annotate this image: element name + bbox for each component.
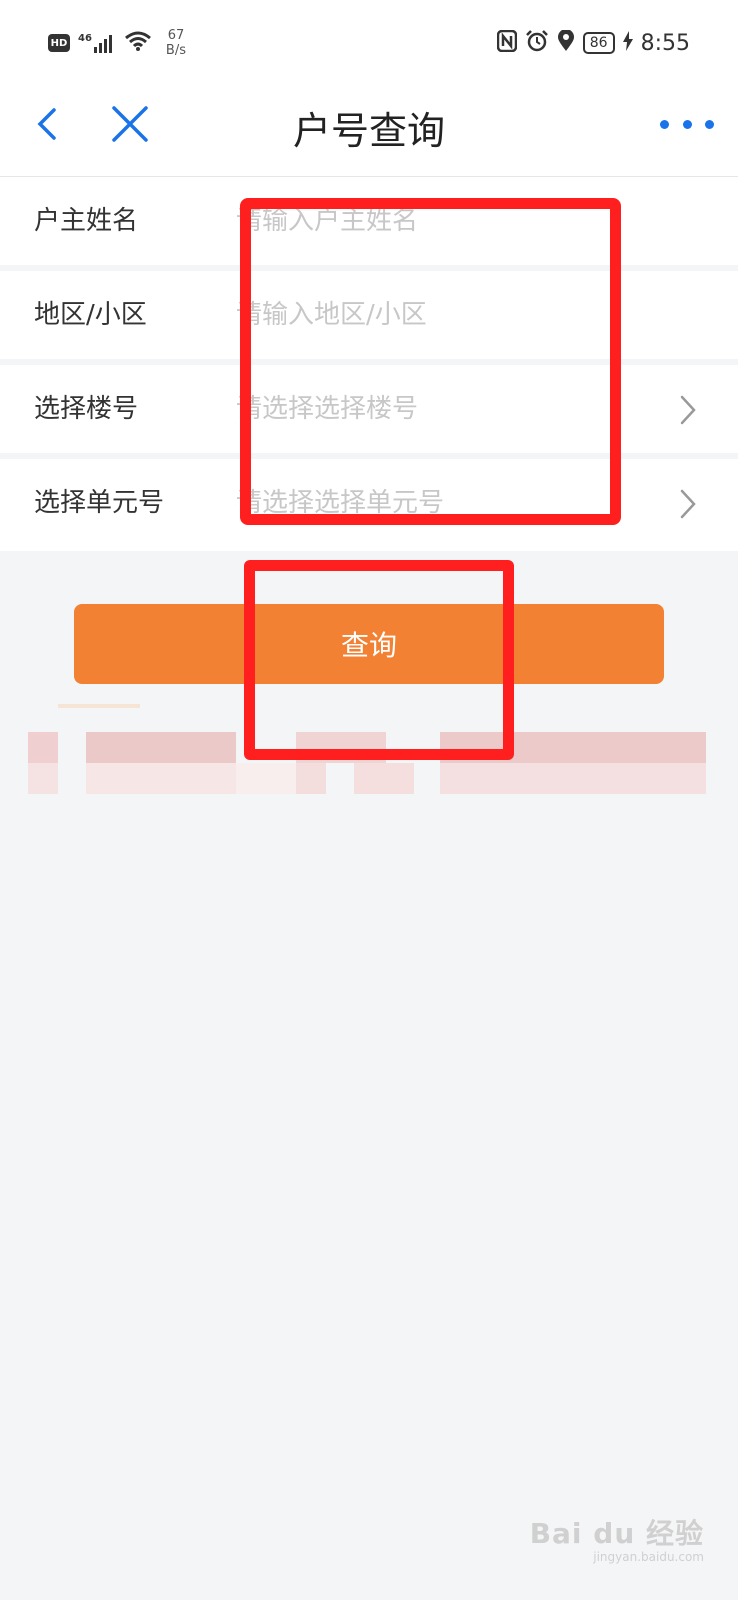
speed-value: 67 (167, 28, 185, 43)
more-icon (660, 119, 669, 129)
area-label: 地区/小区 (34, 300, 147, 330)
highlight-box-form (240, 198, 621, 525)
alarm-icon (525, 30, 549, 56)
battery-icon: 86 (582, 32, 615, 54)
status-bar: HD 46 67 B/s 86 8:55 (0, 0, 738, 80)
building-label: 选择楼号 (34, 394, 139, 424)
redacted-line (58, 704, 140, 708)
page-title: 户号查询 (292, 109, 445, 153)
signal-icon: 46 (78, 33, 116, 53)
network-type: 46 (78, 33, 92, 44)
nav-bar: 户号查询 (0, 80, 738, 176)
location-icon (557, 29, 575, 56)
chevron-right-icon (680, 489, 696, 519)
more-icon-dot (705, 119, 714, 129)
status-right: 86 8:55 (496, 26, 690, 60)
charging-icon (622, 31, 633, 55)
more-button[interactable] (660, 102, 714, 146)
clock: 8:55 (640, 30, 690, 56)
status-left: HD 46 67 B/s (48, 26, 186, 60)
nfc-icon (496, 29, 518, 56)
network-speed: 67 B/s (166, 28, 186, 58)
unit-label: 选择单元号 (34, 488, 165, 518)
watermark-logo: Bai du 经验 (529, 1517, 704, 1550)
watermark-url: jingyan.baidu.com (593, 1550, 704, 1564)
wifi-icon (124, 30, 152, 56)
baidu-watermark: Bai du 经验 jingyan.baidu.com (530, 1512, 704, 1564)
more-icon-dot (682, 119, 692, 129)
speed-unit: B/s (165, 43, 186, 58)
hd-icon: HD (48, 34, 70, 52)
highlight-box-button (244, 560, 514, 760)
chevron-right-icon (680, 395, 696, 425)
top-bar: HD 46 67 B/s 86 8:55 户号查询 (0, 0, 738, 177)
owner-name-label: 户主姓名 (34, 206, 139, 236)
